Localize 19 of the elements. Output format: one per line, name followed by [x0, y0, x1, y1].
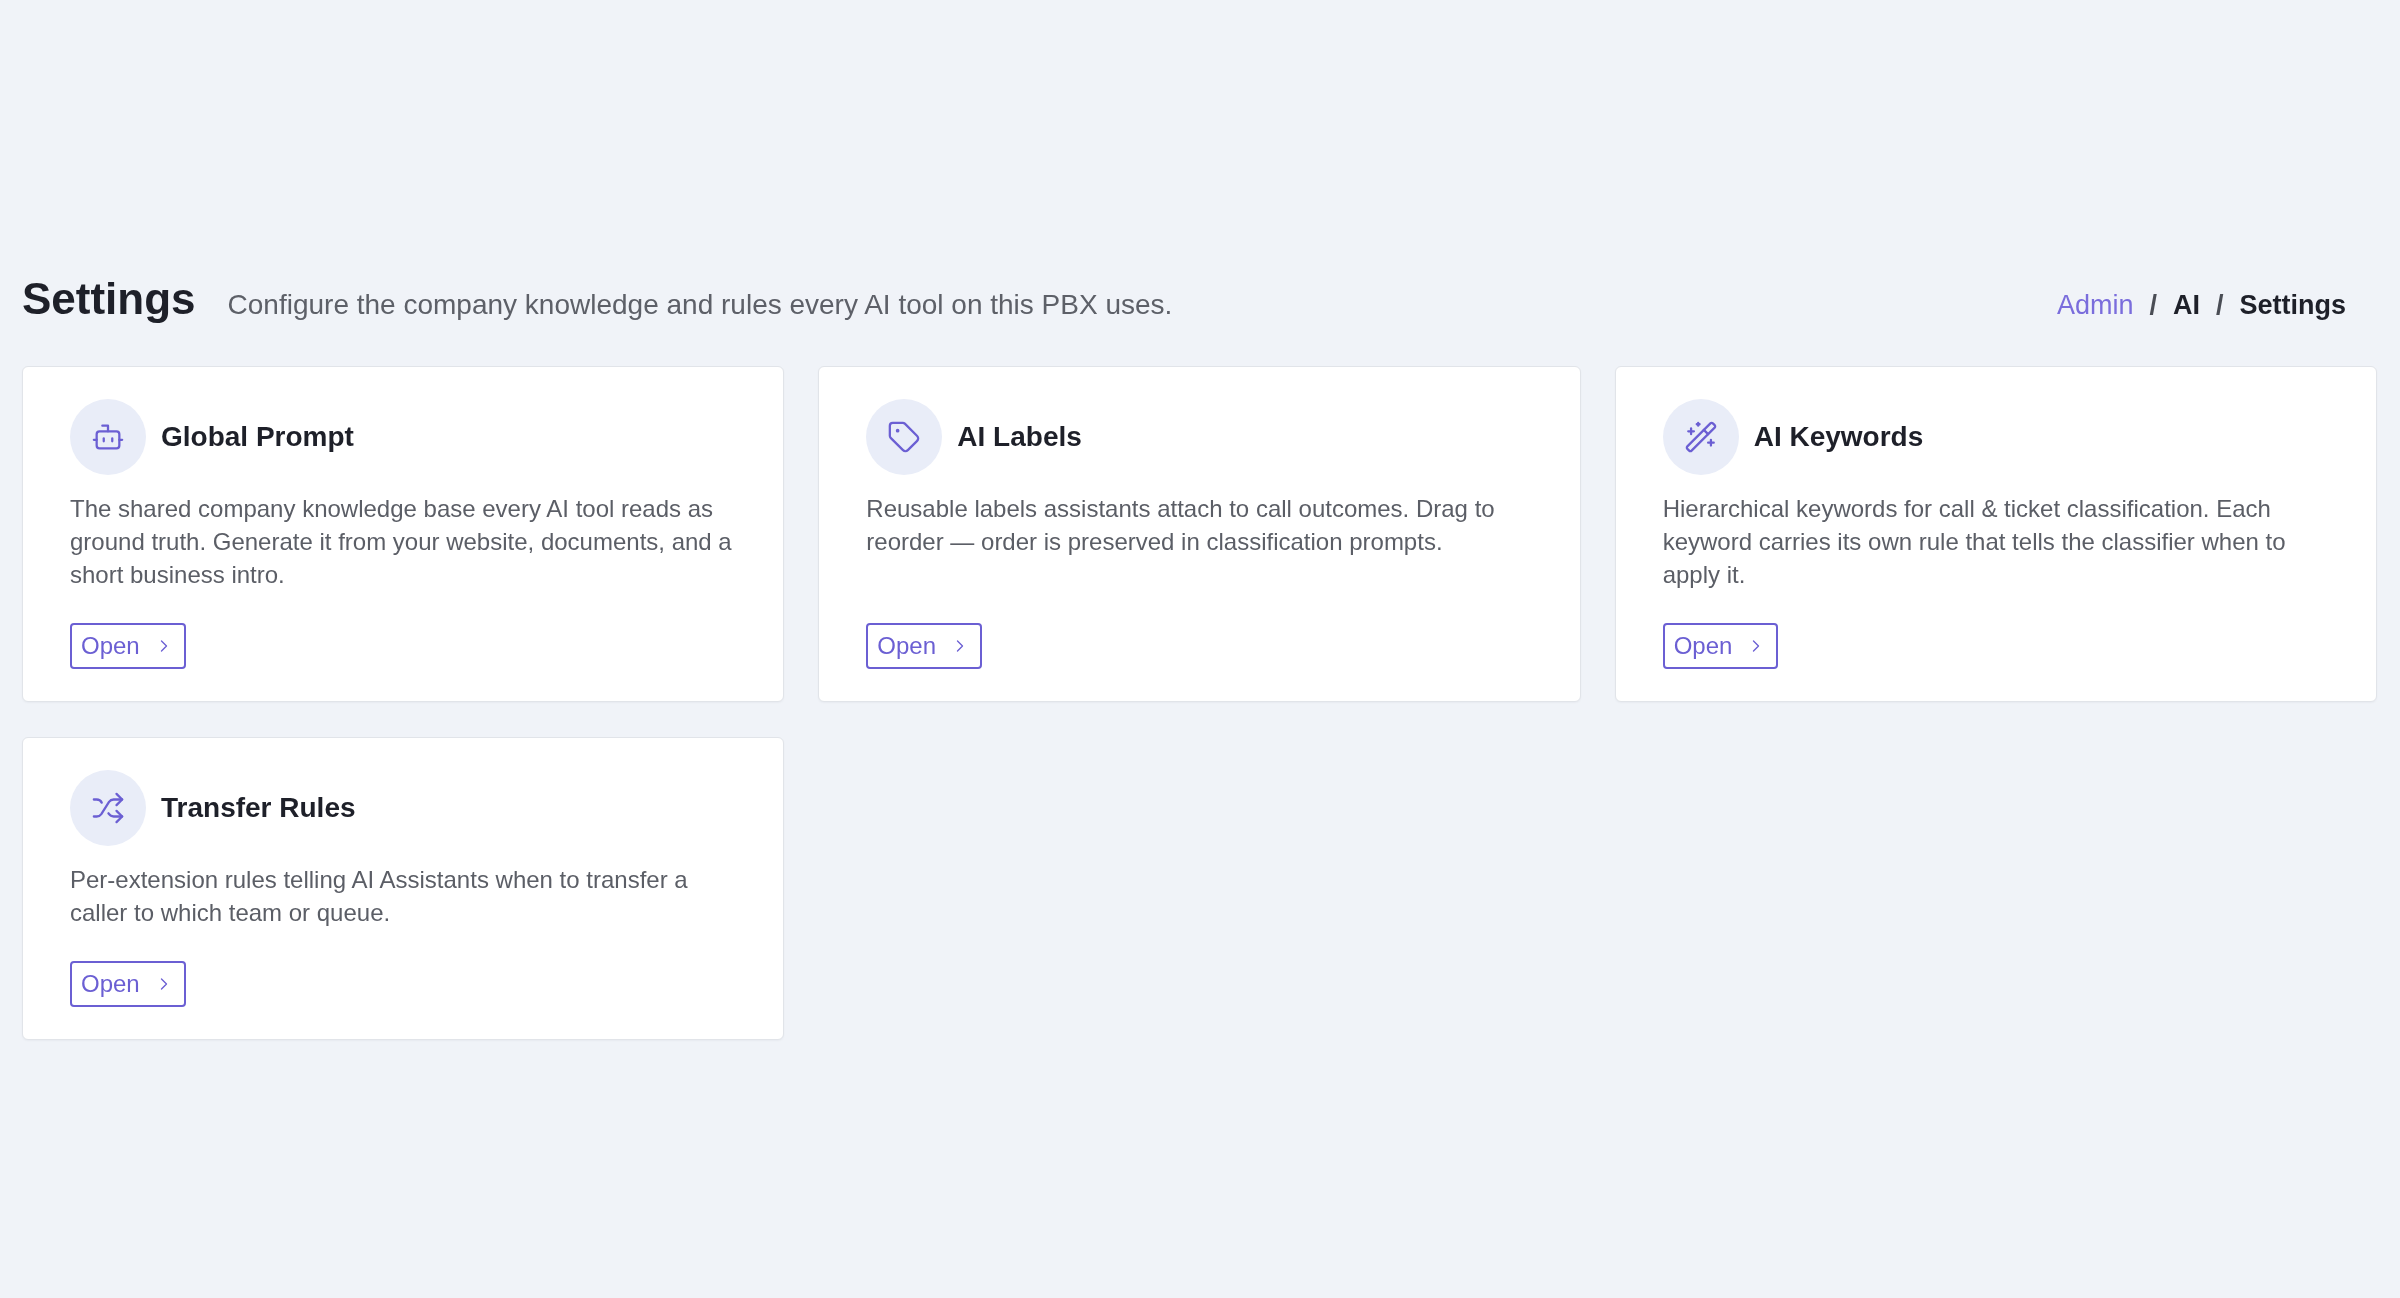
- breadcrumb-item: AI: [2172, 289, 2200, 322]
- card-title: Transfer Rules: [161, 792, 356, 824]
- card-title: AI Labels: [957, 421, 1082, 453]
- breadcrumb-link[interactable]: Admin: [2056, 278, 2134, 332]
- card-title: Global Prompt: [161, 421, 354, 453]
- breadcrumb-separator: /: [2149, 289, 2157, 322]
- card-description: Reusable labels assistants attach to call outcomes. Drag to reorder — order is preserved in classification prompts.: [866, 494, 1496, 557]
- card-description: The shared company knowledge base every AI tool reads as ground truth. Generate it from your website, documents, and a short business intro.: [70, 494, 733, 590]
- card-description: Per-extension rules telling AI Assistants when to transfer a caller to which team or queue.: [70, 865, 689, 928]
- open-button[interactable]: Open: [1662, 623, 1779, 669]
- page-title: Settings: [22, 273, 196, 325]
- breadcrumb-separator: /: [2215, 289, 2224, 322]
- open-button[interactable]: Open: [70, 623, 186, 669]
- card-description: Hierarchical keywords for call & ticket classification. Each keyword carries its own rule that tells the classifier when to apply it.: [1662, 494, 2287, 590]
- page-subtitle: Configure the company knowledge and rules every AI tool on this PBX uses.: [227, 288, 1173, 322]
- open-button[interactable]: Open: [70, 961, 186, 1007]
- breadcrumb-item: Settings: [2239, 289, 2346, 322]
- open-button[interactable]: Open: [866, 623, 983, 669]
- card-title: AI Keywords: [1753, 421, 1924, 453]
